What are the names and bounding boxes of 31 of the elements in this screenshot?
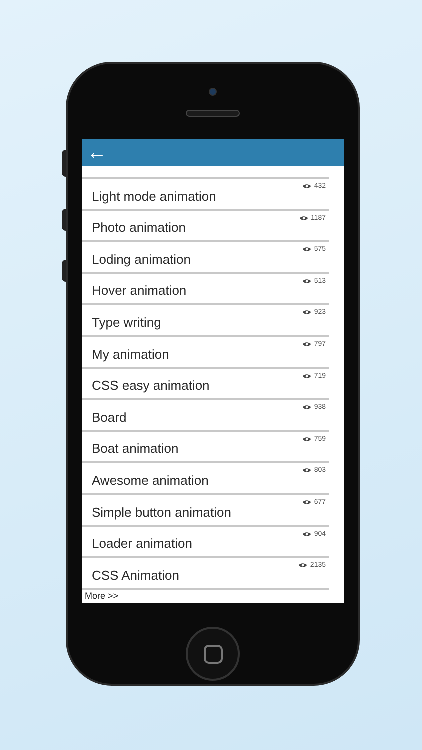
item-title: Hover animation bbox=[91, 283, 187, 300]
item-title: Type writing bbox=[91, 314, 162, 331]
item-title: Light mode animation bbox=[91, 188, 216, 205]
speaker-icon bbox=[186, 110, 240, 117]
eye-icon bbox=[303, 310, 312, 316]
more-link[interactable]: More >> bbox=[82, 590, 344, 603]
eye-icon bbox=[303, 532, 312, 537]
eye-icon bbox=[303, 405, 312, 410]
eye-icon bbox=[303, 342, 312, 347]
item-title: My animation bbox=[91, 346, 170, 363]
eye-icon bbox=[303, 500, 312, 505]
eye-icon bbox=[303, 184, 312, 189]
eye-icon bbox=[303, 468, 312, 474]
item-title: Loader animation bbox=[91, 536, 192, 552]
eye-icon bbox=[303, 374, 312, 379]
item-title: CSS easy animation bbox=[91, 378, 210, 394]
item-title: Loding animation bbox=[91, 252, 192, 268]
item-title: Awesome animation bbox=[91, 472, 209, 489]
home-button[interactable] bbox=[186, 627, 240, 681]
eye-icon bbox=[299, 563, 308, 568]
back-button[interactable]: ← bbox=[86, 142, 108, 162]
item-title: Photo animation bbox=[91, 220, 186, 236]
item-title: Board bbox=[91, 410, 127, 426]
eye-icon bbox=[303, 247, 312, 252]
camera-icon bbox=[209, 88, 217, 96]
eye-icon bbox=[303, 278, 312, 284]
eye-icon bbox=[303, 436, 312, 442]
item-title: Simple button animation bbox=[91, 504, 232, 521]
eye-icon bbox=[300, 216, 308, 221]
item-title: Boat animation bbox=[91, 441, 179, 458]
item-title: CSS Animation bbox=[91, 568, 180, 584]
